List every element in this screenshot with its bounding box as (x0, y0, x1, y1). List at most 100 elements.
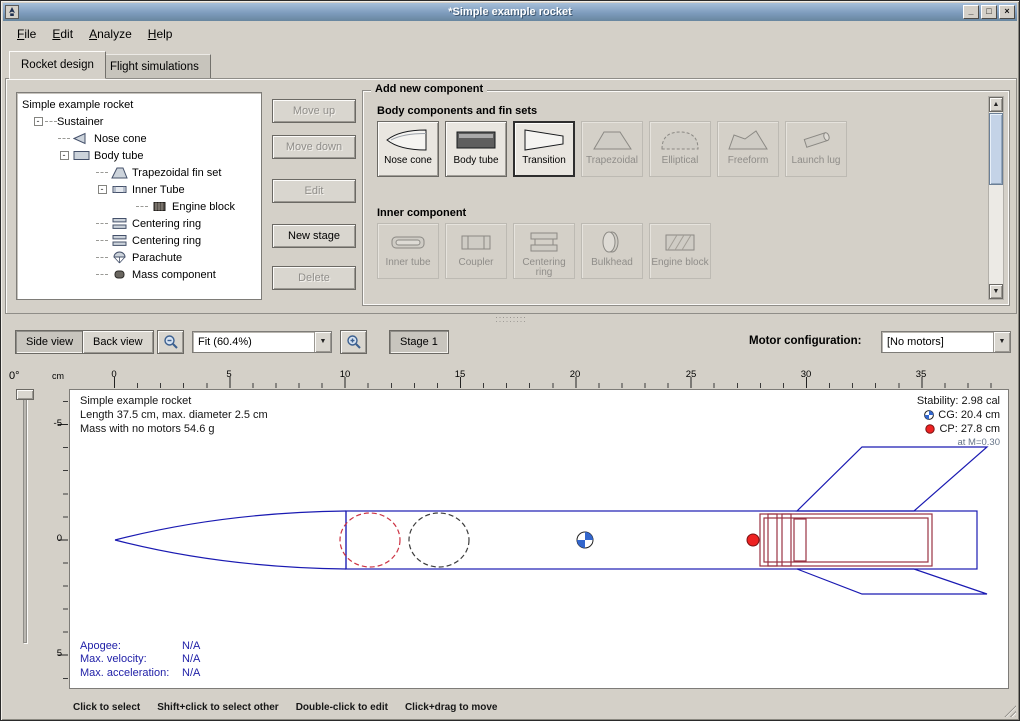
tree-item-trapezoidal-fin-set[interactable]: Trapezoidal fin set (17, 164, 261, 181)
inner-component-label: Inner component (377, 207, 466, 219)
side-view-button[interactable]: Side view (15, 330, 84, 354)
tab-flight-simulations[interactable]: Flight simulations (98, 54, 211, 79)
tree-item-rocket[interactable]: Simple example rocket (17, 96, 261, 113)
cg-legend-icon (924, 410, 934, 420)
mach-note: at M=0.30 (917, 436, 1000, 450)
parachute-outline (340, 513, 400, 567)
engine-block-icon (657, 229, 703, 255)
splitter-handle[interactable]: ::::::::: (1, 314, 1020, 326)
mass-component-outline (409, 513, 469, 567)
collapse-toggle-icon[interactable]: - (34, 117, 43, 126)
view-toolbar: Side view Back view Fit (60.4%) ▼ Stage … (5, 327, 1017, 359)
tree-item-sustainer[interactable]: - Sustainer (17, 113, 261, 130)
tree-item-parachute[interactable]: Parachute (17, 249, 261, 266)
menu-analyze[interactable]: Analyze (81, 24, 140, 44)
zoom-select[interactable]: Fit (60.4%) ▼ (192, 331, 332, 353)
menu-help[interactable]: Help (140, 24, 181, 44)
rotation-slider-thumb[interactable] (16, 389, 34, 400)
rotation-slider[interactable] (23, 391, 27, 643)
elliptical-fin-icon (657, 127, 703, 153)
tree-item-engine-block[interactable]: Engine block (17, 198, 261, 215)
flight-stats: Apogee: N/A Max. velocity: N/A Max. acce… (80, 640, 200, 681)
tree-item-nose-cone[interactable]: Nose cone (17, 130, 261, 147)
rotation-value: 0° (9, 370, 20, 382)
scrollbar-thumb[interactable] (989, 113, 1003, 185)
centering-ring-icon (111, 234, 128, 247)
tree-item-body-tube[interactable]: - Body tube (17, 147, 261, 164)
menu-edit[interactable]: Edit (44, 24, 81, 44)
maximize-button[interactable]: □ (981, 5, 997, 19)
edit-button[interactable]: Edit (272, 179, 356, 203)
zoom-in-button[interactable] (340, 330, 367, 354)
add-elliptical-fin-button[interactable]: Elliptical (649, 121, 711, 177)
minimize-button[interactable]: _ (963, 5, 979, 19)
motor-configuration-select[interactable]: [No motors] ▼ (881, 331, 1011, 353)
rocket-canvas: 0° cm 0 5 10 15 20 25 30 35 -5 0 5 (1, 365, 1020, 693)
add-launch-lug-button[interactable]: Launch lug (785, 121, 847, 177)
collapse-toggle-icon[interactable]: - (98, 185, 107, 194)
scroll-down-icon[interactable]: ▼ (989, 284, 1003, 299)
component-tree[interactable]: Simple example rocket - Sustainer Nose c… (16, 92, 262, 300)
horizontal-ruler: 0 5 10 15 20 25 30 35 (69, 369, 1009, 389)
tree-item-centering-ring-2[interactable]: Centering ring (17, 232, 261, 249)
delete-button[interactable]: Delete (272, 266, 356, 290)
add-nose-cone-button[interactable]: Nose cone (377, 121, 439, 177)
chevron-down-icon[interactable]: ▼ (993, 332, 1010, 352)
vertical-ruler: -5 0 5 (47, 389, 69, 689)
tree-item-centering-ring-1[interactable]: Centering ring (17, 215, 261, 232)
tree-item-mass-component[interactable]: Mass component (17, 266, 261, 283)
add-trapezoidal-fin-button[interactable]: Trapezoidal (581, 121, 643, 177)
hint-click-drag: Click+drag to move (405, 702, 498, 713)
nose-cone-icon (385, 127, 431, 153)
add-inner-tube-button[interactable]: Inner tube (377, 223, 439, 279)
move-up-button[interactable]: Move up (272, 99, 356, 123)
add-coupler-button[interactable]: Coupler (445, 223, 507, 279)
coupler-icon (453, 229, 499, 255)
nose-cone-icon (73, 132, 90, 145)
scroll-up-icon[interactable]: ▲ (989, 97, 1003, 112)
cg-marker (577, 532, 593, 548)
tab-rocket-design[interactable]: Rocket design (9, 51, 106, 79)
motor-configuration-label: Motor configuration: (749, 335, 861, 347)
menubar: File Edit Analyze Help (3, 23, 1017, 44)
fin-lower (797, 569, 987, 594)
add-centering-ring-button[interactable]: Centering ring (513, 223, 575, 279)
close-button[interactable]: × (999, 5, 1015, 19)
add-bulkhead-button[interactable]: Bulkhead (581, 223, 643, 279)
stability-value: Stability: 2.98 cal (917, 394, 1000, 408)
move-down-button[interactable]: Move down (272, 135, 356, 159)
back-view-button[interactable]: Back view (82, 330, 154, 354)
body-components-label: Body components and fin sets (377, 105, 537, 117)
rocket-summary: Simple example rocket Length 37.5 cm, ma… (80, 394, 268, 436)
body-tube-icon (73, 149, 90, 162)
statusbar: Click to select Shift+click to select ot… (1, 697, 1020, 718)
zoom-out-button[interactable] (157, 330, 184, 354)
stability-summary: Stability: 2.98 cal CG: 20.4 cm CP: 27.8… (917, 394, 1000, 450)
mass-component-icon (111, 268, 128, 281)
fin-set-icon (111, 166, 128, 179)
inner-tube-icon (111, 183, 128, 196)
new-stage-button[interactable]: New stage (272, 224, 356, 248)
collapse-toggle-icon[interactable]: - (60, 151, 69, 160)
add-freeform-fin-button[interactable]: Freeform (717, 121, 779, 177)
cg-value: CG: 20.4 cm (938, 408, 1000, 422)
add-body-tube-button[interactable]: Body tube (445, 121, 507, 177)
magnifier-minus-icon (163, 334, 179, 350)
titlebar[interactable]: *Simple example rocket _ □ × (3, 3, 1017, 21)
menu-file[interactable]: File (9, 24, 44, 44)
component-panel-scrollbar[interactable]: ▲ ▼ (988, 96, 1004, 300)
rocket-design-panel: Simple example rocket - Sustainer Nose c… (5, 78, 1017, 314)
rocket-figure[interactable]: Simple example rocket Length 37.5 cm, ma… (69, 389, 1009, 689)
cp-legend-icon (925, 424, 935, 434)
add-engine-block-button[interactable]: Engine block (649, 223, 711, 279)
hint-shift-click: Shift+click to select other (157, 702, 278, 713)
tree-item-inner-tube[interactable]: - Inner Tube (17, 181, 261, 198)
trapezoidal-fin-icon (589, 127, 635, 153)
add-transition-button[interactable]: Transition (513, 121, 575, 177)
chevron-down-icon[interactable]: ▼ (314, 332, 331, 352)
body-tube-icon (453, 127, 499, 153)
inner-assembly (760, 514, 932, 566)
window-title: *Simple example rocket (3, 6, 1017, 18)
openrocket-window: *Simple example rocket _ □ × File Edit A… (0, 0, 1020, 721)
stage-1-toggle[interactable]: Stage 1 (389, 330, 449, 354)
